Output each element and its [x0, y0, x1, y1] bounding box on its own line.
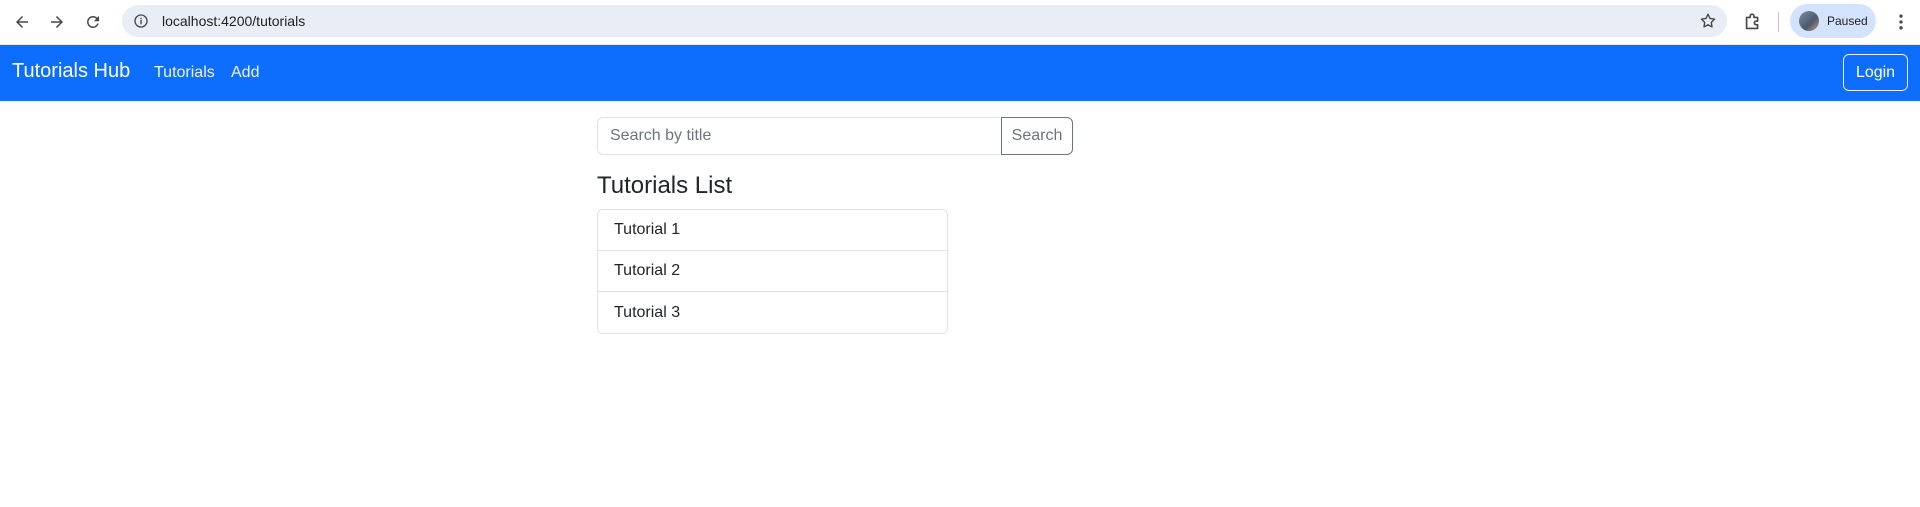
avatar [1799, 11, 1819, 31]
app-navbar: Tutorials Hub Tutorials Add Login [0, 45, 1920, 101]
kebab-menu-icon[interactable] [1891, 11, 1911, 33]
browser-toolbar: localhost:4200/tutorials Paused [0, 0, 1920, 45]
reload-icon [86, 15, 99, 28]
address-bar[interactable]: localhost:4200/tutorials [122, 5, 1727, 37]
reload-button[interactable] [76, 5, 110, 39]
list-title: Tutorials List [597, 172, 733, 199]
login-button[interactable]: Login [1843, 54, 1908, 91]
nav-link-add[interactable]: Add [231, 64, 259, 82]
arrow-right-icon [51, 16, 63, 28]
toolbar-divider [1778, 12, 1779, 32]
arrow-left-icon [16, 16, 28, 28]
search-input[interactable] [597, 117, 1001, 155]
profile-button[interactable]: Paused [1790, 4, 1876, 38]
tutorials-list: Tutorial 1 Tutorial 2 Tutorial 3 [597, 209, 948, 334]
forward-button[interactable] [40, 5, 74, 39]
brand-link[interactable]: Tutorials Hub [12, 60, 130, 83]
url-text[interactable]: localhost:4200/tutorials [162, 13, 305, 29]
list-item[interactable]: Tutorial 1 [598, 210, 947, 251]
list-item[interactable]: Tutorial 3 [598, 292, 947, 333]
list-item[interactable]: Tutorial 2 [598, 251, 947, 292]
bookmark-star-icon[interactable] [1699, 12, 1717, 30]
back-button[interactable] [5, 5, 39, 39]
nav-link-tutorials[interactable]: Tutorials [154, 64, 215, 82]
search-button[interactable]: Search [1001, 117, 1073, 155]
profile-status: Paused [1827, 14, 1868, 28]
extensions-puzzle-icon[interactable] [1742, 11, 1764, 33]
info-icon[interactable] [132, 12, 150, 30]
search-group: Search [597, 117, 1073, 155]
